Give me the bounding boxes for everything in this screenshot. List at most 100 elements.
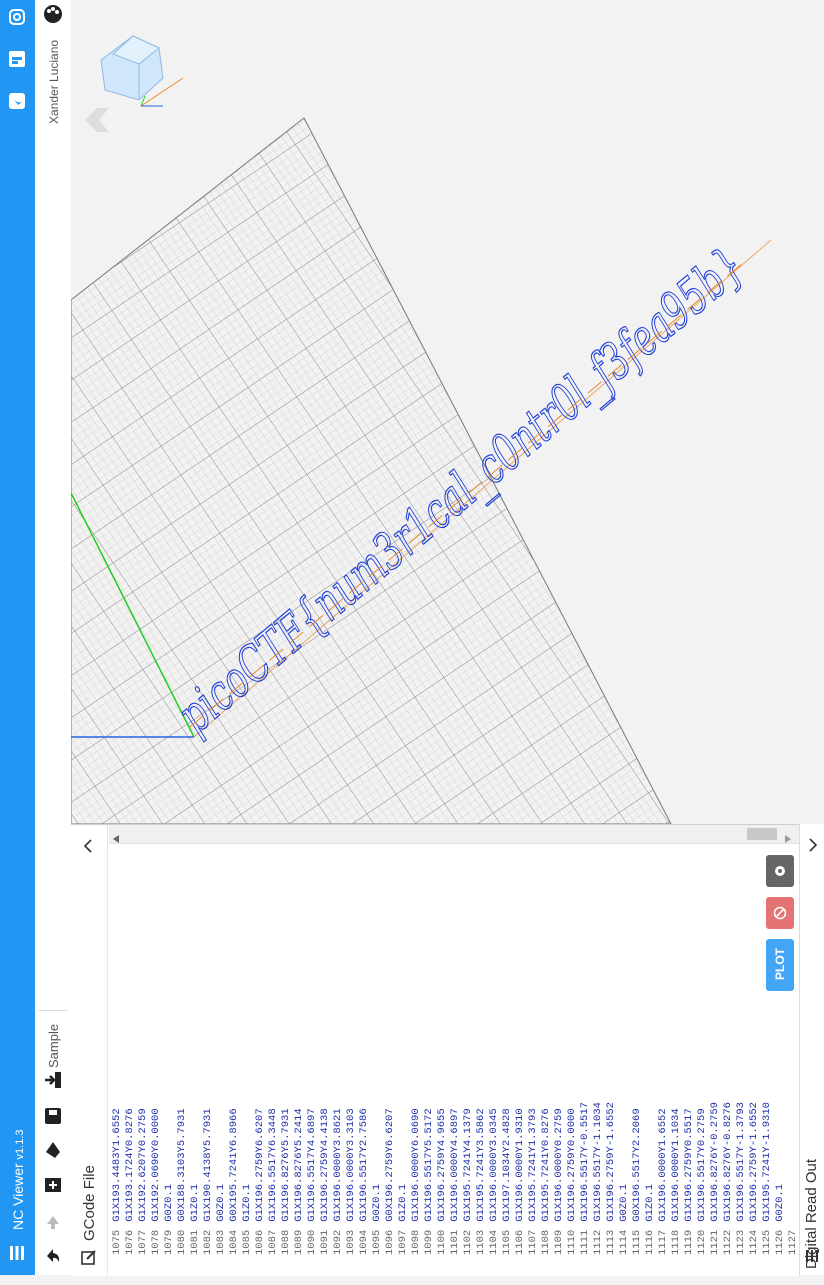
gcode-line[interactable]: 1119 G1X196.2759Y0.5517 xyxy=(683,845,697,1285)
3d-viewport[interactable]: picoCTF{num3r1cal_c0ntr0l_f3fea95b} xyxy=(71,0,824,824)
gcode-line[interactable]: 1092 G1X196.0000Y3.8621 xyxy=(332,845,346,1285)
gcode-line[interactable]: 1114 G0Z0.1 xyxy=(618,845,632,1285)
facebook-icon[interactable] xyxy=(8,50,26,68)
gcode-line-text: G0X196.2759Y6.6207 xyxy=(384,1108,396,1222)
gcode-line[interactable]: 1084 G0X195.7241Y6.8966 xyxy=(228,845,242,1285)
undo-icon[interactable] xyxy=(43,1246,63,1266)
gcode-line[interactable]: 1098 G1X196.0000Y6.0690 xyxy=(410,845,424,1285)
gcode-panel-header: GCode File xyxy=(71,825,108,1276)
gcode-line-number: 1102 xyxy=(462,1229,474,1255)
gcode-line-text: G1X192.6207Y0.2759 xyxy=(137,1108,149,1222)
twitter-icon[interactable] xyxy=(8,92,26,110)
gcode-line[interactable]: 1085 G1Z0.1 xyxy=(241,845,255,1285)
gcode-line[interactable]: 1088 G1X196.8276Y5.7931 xyxy=(280,845,294,1285)
gcode-line[interactable]: 1113 G1X196.2759Y-1.6552 xyxy=(605,845,619,1285)
horizontal-scrollbar[interactable] xyxy=(109,825,799,844)
expand-right-icon[interactable] xyxy=(806,838,820,857)
gcode-line[interactable]: 1082 G1X190.4138Y5.7931 xyxy=(202,845,216,1285)
view-cube[interactable] xyxy=(100,35,184,107)
gcode-line[interactable]: 1106 G1X196.0000Y1.9310 xyxy=(514,845,528,1285)
gcode-line-number: 1125 xyxy=(761,1229,773,1255)
gcode-line[interactable]: 1093 G1X196.0000Y3.3103 xyxy=(345,845,359,1285)
gcode-line[interactable]: 1083 G0Z0.1 xyxy=(215,845,229,1285)
gcode-line[interactable]: 1123 G1X196.5517Y-1.3793 xyxy=(735,845,749,1285)
gcode-line[interactable]: 1108 G1X195.7241Y0.8276 xyxy=(540,845,554,1285)
gcode-line[interactable]: 1110 G1X196.2759Y0.0000 xyxy=(566,845,580,1285)
home-view-icon[interactable] xyxy=(85,108,109,132)
gcode-line-number: 1075 xyxy=(111,1229,123,1255)
instagram-icon[interactable] xyxy=(8,8,26,26)
gcode-line[interactable]: 1078 G1X192.0690Y0.0000 xyxy=(150,845,164,1285)
gcode-line[interactable]: 1124 G1X196.2759Y-1.6552 xyxy=(748,845,762,1285)
stop-button[interactable] xyxy=(766,897,794,929)
gcode-line[interactable]: 1112 G1X196.5517Y-1.1034 xyxy=(592,845,606,1285)
gcode-line-text: G1X195.7241Y0.8276 xyxy=(540,1108,552,1222)
redo-icon[interactable] xyxy=(43,1212,63,1232)
gcode-line[interactable]: 1075 G1X193.4483Y1.6552 xyxy=(111,845,125,1285)
gcode-line-text: G1X196.0000Y1.9310 xyxy=(514,1108,526,1222)
gcode-line[interactable]: 1099 G1X196.5517Y5.5172 xyxy=(423,845,437,1285)
gcode-line-text: G0Z0.1 xyxy=(371,1183,383,1222)
scrollbar-thumb[interactable] xyxy=(747,828,777,840)
gcode-line[interactable]: 1120 G1X196.5517Y0.2759 xyxy=(696,845,710,1285)
viewport-canvas[interactable]: picoCTF{num3r1cal_c0ntr0l_f3fea95b} xyxy=(71,0,824,824)
gcode-line-text: G1X193.4483Y1.6552 xyxy=(111,1108,123,1222)
gcode-line[interactable]: 1102 G1X195.7241Y4.1379 xyxy=(462,845,476,1285)
gcode-line[interactable]: 1076 G1X193.1724Y0.8276 xyxy=(124,845,138,1285)
gcode-line[interactable]: 1090 G1X196.5517Y4.6897 xyxy=(306,845,320,1285)
gcode-line[interactable]: 1115 G0X196.5517Y2.2069 xyxy=(631,845,645,1285)
user-name[interactable]: Xander Luciano xyxy=(47,40,61,124)
gcode-line[interactable]: 1080 G0X188.3103Y5.7931 xyxy=(176,845,190,1285)
gcode-line[interactable]: 1095 G0Z0.1 xyxy=(371,845,385,1285)
plot-button[interactable]: PLOT xyxy=(766,939,794,991)
gcode-line[interactable]: 1111 G1X196.5517Y-0.5517 xyxy=(579,845,593,1285)
gcode-line[interactable]: 1118 G1X196.0000Y1.1034 xyxy=(670,845,684,1285)
collapse-left-icon[interactable] xyxy=(81,839,95,858)
gcode-line[interactable]: 1117 G1X196.0000Y1.6552 xyxy=(657,845,671,1285)
gcode-line-number: 1089 xyxy=(293,1229,305,1255)
gcode-line[interactable]: 1103 G1X195.7241Y3.5862 xyxy=(475,845,489,1285)
gcode-line-number: 1115 xyxy=(631,1229,643,1255)
gcode-line-number: 1088 xyxy=(280,1229,292,1255)
gcode-line[interactable]: 1104 G1X196.0000Y3.0345 xyxy=(488,845,502,1285)
gcode-line-number: 1101 xyxy=(449,1229,461,1255)
gcode-line-number: 1082 xyxy=(202,1229,214,1255)
gcode-line[interactable]: 1094 G1X196.5517Y2.7586 xyxy=(358,845,372,1285)
settings-button[interactable] xyxy=(766,855,794,887)
gcode-line[interactable]: 1109 G1X196.0000Y0.2759 xyxy=(553,845,567,1285)
gcode-editor[interactable]: 1075 G1X193.4483Y1.6552 1076 G1X193.1724Y0.… xyxy=(111,845,799,1265)
sample-button[interactable]: Sample xyxy=(46,1024,61,1068)
gcode-line[interactable]: 1089 G1X196.8276Y5.2414 xyxy=(293,845,307,1285)
open-sample-icon[interactable] xyxy=(43,1070,63,1090)
gcode-line[interactable]: 1101 G1X196.0000Y4.6897 xyxy=(449,845,463,1285)
gcode-line[interactable]: 1097 G1Z0.1 xyxy=(397,845,411,1285)
edit-file-icon[interactable] xyxy=(81,1249,97,1270)
gcode-line[interactable]: 1086 G1X196.2759Y6.6207 xyxy=(254,845,268,1285)
save-icon[interactable] xyxy=(43,1106,63,1126)
gcode-line-text: G1X196.2759Y0.0000 xyxy=(566,1108,578,1222)
gcode-line-number: 1116 xyxy=(644,1229,656,1255)
gcode-line[interactable]: 1122 G1X196.8276Y-0.8276 xyxy=(722,845,736,1285)
gcode-line[interactable]: 1100 G1X196.2759Y4.9655 xyxy=(436,845,450,1285)
gcode-line[interactable]: 1107 G1X195.7241Y1.3793 xyxy=(527,845,541,1285)
gcode-file-title: GCode File xyxy=(81,1165,98,1241)
copy-icon[interactable] xyxy=(43,1140,63,1160)
gcode-line-text: G1X196.5517Y2.7586 xyxy=(358,1108,370,1222)
gcode-line-text: G1X196.5517Y4.6897 xyxy=(306,1108,318,1222)
menu-icon[interactable] xyxy=(8,1244,26,1262)
gcode-line[interactable]: 1105 G1X197.1034Y2.4828 xyxy=(501,845,515,1285)
gcode-line[interactable]: 1077 G1X192.6207Y0.2759 xyxy=(137,845,151,1285)
gcode-line[interactable]: 1121 G1X196.8276Y-0.2759 xyxy=(709,845,723,1285)
plot-button-label: PLOT xyxy=(773,948,787,980)
gcode-line[interactable]: 1096 G0X196.2759Y6.6207 xyxy=(384,845,398,1285)
new-file-icon[interactable] xyxy=(43,1174,63,1194)
gcode-line[interactable]: 1081 G1Z0.1 xyxy=(189,845,203,1285)
palette-icon[interactable] xyxy=(43,4,63,24)
gcode-line-text: G1X196.5517Y5.5172 xyxy=(423,1108,435,1222)
gcode-line[interactable]: 1079 G0Z0.1 xyxy=(163,845,177,1285)
gcode-line-number: 1121 xyxy=(709,1229,721,1255)
gcode-line[interactable]: 1091 G1X196.2759Y4.4138 xyxy=(319,845,333,1285)
gcode-line[interactable]: 1087 G1X196.5517Y6.3448 xyxy=(267,845,281,1285)
gcode-line-number: 1091 xyxy=(319,1229,331,1255)
gcode-line[interactable]: 1116 G1Z0.1 xyxy=(644,845,658,1285)
